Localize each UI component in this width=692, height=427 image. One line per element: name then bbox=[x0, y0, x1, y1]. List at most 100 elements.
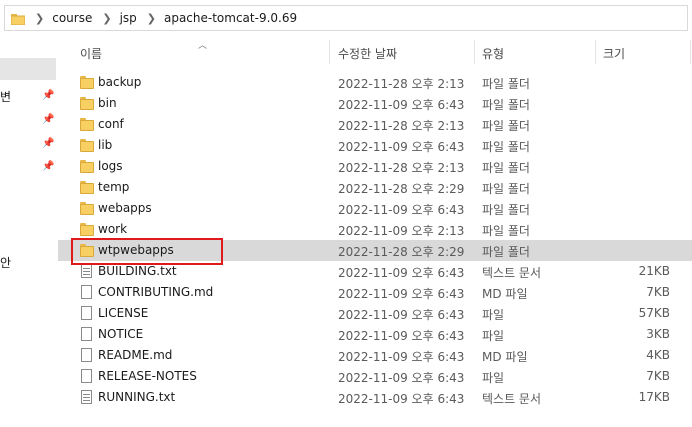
file-date: 2022-11-09 오후 6:43 bbox=[338, 329, 465, 343]
file-name: bin bbox=[98, 96, 117, 110]
file-name: conf bbox=[98, 117, 124, 131]
folder-icon bbox=[80, 75, 94, 90]
address-bar: ❯ course ❯ jsp ❯ apache-tomcat-9.0.69 bbox=[0, 0, 692, 38]
chevron-right-icon[interactable]: ❯ bbox=[102, 12, 111, 25]
file-type: 파일 bbox=[482, 308, 505, 322]
file-icon bbox=[80, 348, 94, 363]
file-name: README.md bbox=[98, 348, 173, 362]
file-row[interactable]: conf 2022-11-28 오후 2:13 파일 폴더 bbox=[58, 114, 692, 135]
file-type: 파일 폴더 bbox=[482, 161, 530, 175]
folder-icon bbox=[80, 96, 94, 111]
nav-item-partial[interactable]: 변 bbox=[0, 88, 11, 105]
file-date: 2022-11-09 오후 6:43 bbox=[338, 266, 465, 280]
file-row[interactable]: work 2022-11-09 오후 2:13 파일 폴더 bbox=[58, 219, 692, 240]
address-box[interactable]: ❯ course ❯ jsp ❯ apache-tomcat-9.0.69 bbox=[4, 5, 688, 31]
file-row[interactable]: logs 2022-11-28 오후 2:13 파일 폴더 bbox=[58, 156, 692, 177]
navigation-pane: 변 📌 📌 📌 📌 안 bbox=[0, 38, 58, 427]
file-date: 2022-11-28 오후 2:13 bbox=[338, 77, 465, 91]
folder-icon bbox=[10, 13, 26, 25]
sort-ascending-icon: ︿ bbox=[198, 41, 208, 51]
file-name: work bbox=[98, 222, 128, 236]
column-divider[interactable] bbox=[690, 40, 691, 64]
file-date: 2022-11-28 오후 2:29 bbox=[338, 182, 465, 196]
file-type: 파일 폴더 bbox=[482, 224, 530, 238]
file-type: 파일 폴더 bbox=[482, 182, 530, 196]
pin-icon: 📌 bbox=[42, 90, 55, 101]
folder-icon bbox=[80, 201, 94, 216]
file-row[interactable]: CONTRIBUTING.md 2022-11-09 오후 6:43 MD 파일 7K… bbox=[58, 282, 692, 303]
file-type: 파일 bbox=[482, 371, 505, 385]
file-row[interactable]: backup 2022-11-28 오후 2:13 파일 폴더 bbox=[58, 72, 692, 93]
file-type: MD 파일 bbox=[482, 350, 528, 364]
file-name: lib bbox=[98, 138, 113, 152]
breadcrumb-course[interactable]: course bbox=[52, 11, 92, 25]
file-type: 텍스트 문서 bbox=[482, 266, 542, 280]
pin-icon: 📌 bbox=[42, 138, 55, 149]
file-name: RELEASE-NOTES bbox=[98, 369, 197, 383]
file-date: 2022-11-28 오후 2:13 bbox=[338, 161, 465, 175]
file-type: 파일 폴더 bbox=[482, 119, 530, 133]
file-row[interactable]: lib 2022-11-09 오후 6:43 파일 폴더 bbox=[58, 135, 692, 156]
column-divider[interactable] bbox=[474, 40, 475, 64]
nav-item-partial[interactable]: 안 bbox=[0, 254, 11, 271]
breadcrumb-jsp[interactable]: jsp bbox=[120, 11, 137, 25]
column-divider[interactable] bbox=[329, 40, 330, 64]
file-icon bbox=[80, 306, 94, 321]
pin-icon: 📌 bbox=[42, 114, 55, 125]
file-date: 2022-11-09 오후 6:43 bbox=[338, 140, 465, 154]
file-date: 2022-11-28 오후 2:13 bbox=[338, 119, 465, 133]
file-date: 2022-11-09 오후 6:43 bbox=[338, 98, 465, 112]
folder-icon bbox=[80, 117, 94, 132]
highlight-box bbox=[71, 238, 223, 265]
file-row[interactable]: RUNNING.txt 2022-11-09 오후 6:43 텍스트 문서 17KB bbox=[58, 387, 692, 408]
file-size: 7KB bbox=[646, 285, 670, 299]
chevron-right-icon[interactable]: ❯ bbox=[35, 12, 44, 25]
text-file-icon bbox=[80, 390, 94, 405]
file-name: NOTICE bbox=[98, 327, 144, 341]
file-icon bbox=[80, 285, 94, 300]
column-header-size[interactable]: 크기 bbox=[603, 45, 625, 62]
file-type: 파일 폴더 bbox=[482, 77, 530, 91]
file-row[interactable]: README.md 2022-11-09 오후 6:43 MD 파일 4KB bbox=[58, 345, 692, 366]
file-row[interactable]: NOTICE 2022-11-09 오후 6:43 파일 3KB bbox=[58, 324, 692, 345]
nav-selected-item[interactable] bbox=[0, 58, 56, 80]
file-type: 파일 폴더 bbox=[482, 98, 530, 112]
file-date: 2022-11-09 오후 6:43 bbox=[338, 308, 465, 322]
folder-icon bbox=[80, 159, 94, 174]
file-row[interactable]: webapps 2022-11-09 오후 6:43 파일 폴더 bbox=[58, 198, 692, 219]
column-header-name[interactable]: 이름 bbox=[80, 45, 102, 62]
file-name: temp bbox=[98, 180, 130, 194]
file-type: MD 파일 bbox=[482, 287, 528, 301]
chevron-right-icon[interactable]: ❯ bbox=[147, 12, 156, 25]
file-type: 파일 bbox=[482, 329, 505, 343]
file-name: BUILDING.txt bbox=[98, 264, 177, 278]
file-date: 2022-11-09 오후 2:13 bbox=[338, 224, 465, 238]
file-size: 17KB bbox=[638, 390, 670, 404]
folder-icon bbox=[80, 222, 94, 237]
file-type: 파일 폴더 bbox=[482, 245, 530, 259]
file-name: CONTRIBUTING.md bbox=[98, 285, 214, 299]
text-file-icon bbox=[80, 264, 94, 279]
file-row[interactable]: LICENSE 2022-11-09 오후 6:43 파일 57KB bbox=[58, 303, 692, 324]
file-icon bbox=[80, 327, 94, 342]
file-row[interactable]: bin 2022-11-09 오후 6:43 파일 폴더 bbox=[58, 93, 692, 114]
file-date: 2022-11-09 오후 6:43 bbox=[338, 392, 465, 406]
file-name: LICENSE bbox=[98, 306, 149, 320]
folder-icon bbox=[80, 180, 94, 195]
column-header-date[interactable]: 수정한 날짜 bbox=[338, 45, 397, 62]
file-type: 텍스트 문서 bbox=[482, 392, 542, 406]
file-date: 2022-11-09 오후 6:43 bbox=[338, 203, 465, 217]
file-size: 7KB bbox=[646, 369, 670, 383]
column-header-type[interactable]: 유형 bbox=[482, 45, 504, 62]
file-row[interactable]: temp 2022-11-28 오후 2:29 파일 폴더 bbox=[58, 177, 692, 198]
column-header-row: ︿ 이름 수정한 날짜 유형 크기 bbox=[58, 38, 692, 66]
file-name: logs bbox=[98, 159, 123, 173]
breadcrumb-current[interactable]: apache-tomcat-9.0.69 bbox=[164, 11, 297, 25]
file-icon bbox=[80, 369, 94, 384]
file-date: 2022-11-09 오후 6:43 bbox=[338, 371, 465, 385]
file-date: 2022-11-09 오후 6:43 bbox=[338, 350, 465, 364]
file-size: 3KB bbox=[646, 327, 670, 341]
column-divider[interactable] bbox=[595, 40, 596, 64]
file-name: backup bbox=[98, 75, 142, 89]
file-row[interactable]: RELEASE-NOTES 2022-11-09 오후 6:43 파일 7KB bbox=[58, 366, 692, 387]
